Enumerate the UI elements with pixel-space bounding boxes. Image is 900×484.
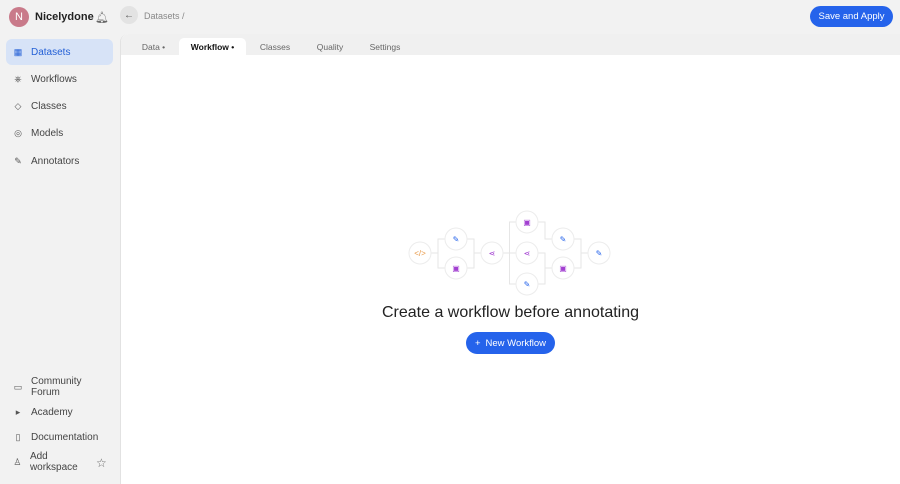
datasets-icon: ▦ <box>13 46 23 57</box>
code-icon: </> <box>414 249 426 258</box>
bot-icon: ▣ <box>523 218 531 227</box>
sidebar-item-label: Documentation <box>31 431 99 443</box>
breadcrumb[interactable]: Datasets / <box>144 11 185 21</box>
sidebar-item-add-workspace[interactable]: ♙ Add workspace <box>6 449 91 475</box>
pen-icon: ✎ <box>524 280 531 289</box>
top-bar: ← Datasets / Save and Apply <box>120 0 900 34</box>
save-and-apply-button[interactable]: Save and Apply <box>810 6 893 27</box>
user-add-icon: ♙ <box>13 456 22 467</box>
pen-icon: ✎ <box>14 155 22 166</box>
star-icon[interactable]: ☆ <box>96 456 107 470</box>
sidebar-item-label: Classes <box>31 100 67 112</box>
sidebar-item-community-forum[interactable]: ▭ Community Forum <box>6 374 113 400</box>
empty-state-title: Create a workflow before annotating <box>381 304 640 321</box>
sidebar-item-datasets[interactable]: ▦ Datasets <box>6 39 113 65</box>
sidebar-item-models[interactable]: ◎ Models <box>6 120 113 146</box>
sidebar-item-documentation[interactable]: ▯ Documentation <box>6 424 113 450</box>
sidebar-item-label: Workflows <box>31 73 77 85</box>
pen-icon: ✎ <box>453 235 460 244</box>
tag-icon: ◇ <box>14 100 22 111</box>
workflow-illustration: </> ✎ ▣ ⋖ ▣ ⋖ ✎ ✎ ▣ ✎ <box>408 210 611 296</box>
sidebar-item-label: Models <box>31 127 64 139</box>
bot-icon: ▣ <box>452 264 460 273</box>
arrow-left-icon: ← <box>124 9 134 21</box>
split-icon: ⋖ <box>489 249 496 258</box>
sidebar-item-label: Annotators <box>31 155 80 167</box>
play-icon: ▸ <box>15 406 21 417</box>
bell-icon[interactable]: 🔔︎ <box>95 11 109 24</box>
chat-icon: ▭ <box>13 381 23 392</box>
sidebar-item-workflows[interactable]: ⎈ Workflows <box>6 66 113 92</box>
sidebar-item-label: Add workspace <box>29 451 78 473</box>
pen-icon: ✎ <box>560 235 567 244</box>
sidebar-item-label: Community Forum <box>30 376 82 398</box>
workspace-switcher[interactable]: N Nicelydone <box>9 7 94 27</box>
bot-icon: ▣ <box>559 264 567 273</box>
workflows-icon: ⎈ <box>14 73 22 84</box>
plus-icon: + <box>474 337 481 349</box>
workspace-name: Nicelydone <box>35 11 94 23</box>
main-panel: Data • Workflow • Classes Quality Settin… <box>120 34 900 484</box>
sidebar-item-academy[interactable]: ▸ Academy <box>6 399 113 425</box>
new-workflow-button[interactable]: + New Workflow <box>466 332 555 354</box>
sidebar-item-label: Academy <box>31 406 73 418</box>
sidebar-item-classes[interactable]: ◇ Classes <box>6 93 113 119</box>
pen-icon: ✎ <box>596 249 603 258</box>
back-button[interactable]: ← <box>120 6 138 24</box>
new-workflow-label: New Workflow <box>485 337 547 349</box>
sidebar-item-annotators[interactable]: ✎ Annotators <box>6 148 113 174</box>
split-icon: ⋖ <box>524 249 531 258</box>
sidebar-item-label: Datasets <box>31 46 71 58</box>
models-icon: ◎ <box>14 127 22 138</box>
sidebar: N Nicelydone 🔔︎ ▦ Datasets ⎈ Workflows ◇ Cl… <box>0 0 120 484</box>
document-icon: ▯ <box>15 431 21 442</box>
avatar: N <box>9 7 29 27</box>
